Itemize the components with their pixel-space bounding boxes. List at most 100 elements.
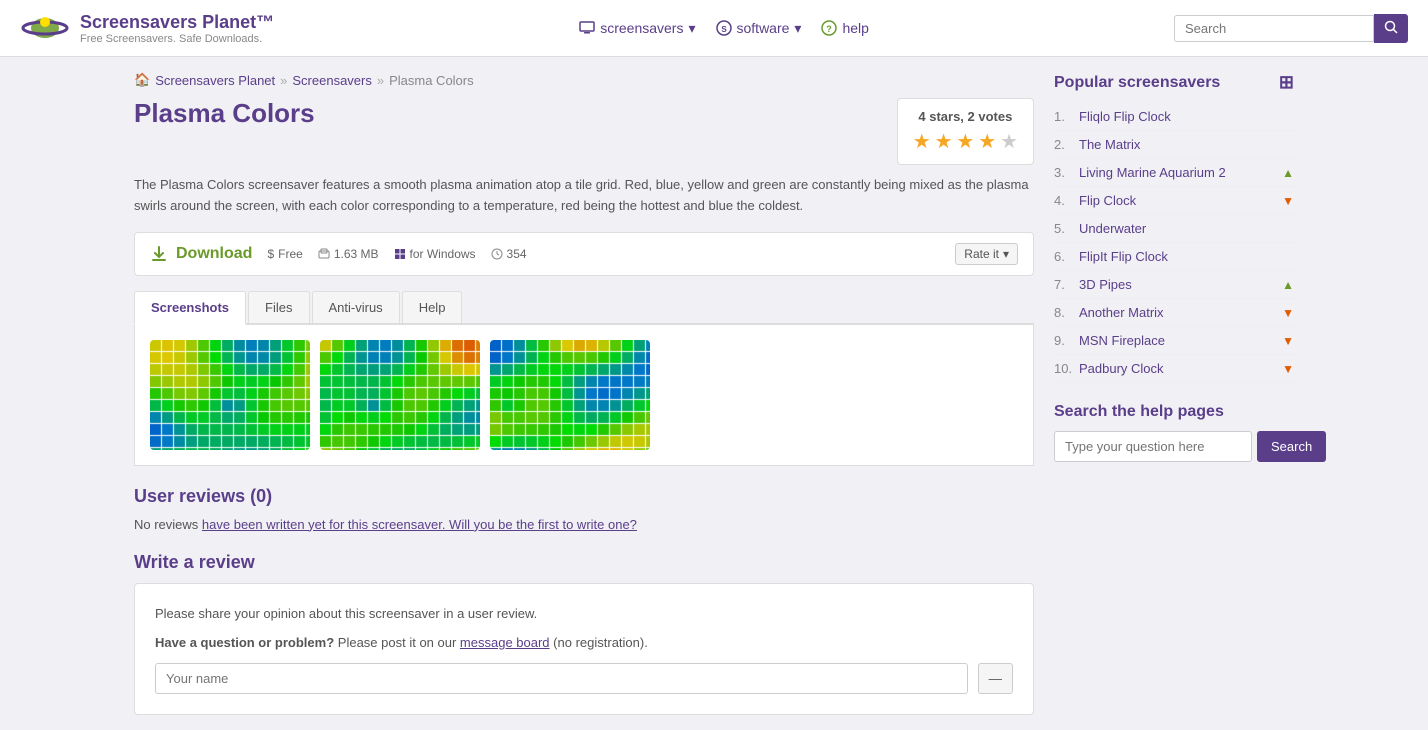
screenshot-3 [490,340,650,450]
dollar-icon: $ [267,247,274,261]
breadcrumb-current: Plasma Colors [389,73,474,88]
popular-item-rank: 2. [1054,137,1074,152]
monitor-icon [579,21,595,35]
download-button[interactable]: Download [150,245,252,263]
price-value: Free [278,247,303,261]
tabs: Screenshots Files Anti-virus Help [134,291,1034,325]
header: Screensavers Planet™ Free Screensavers. … [0,0,1428,57]
popular-item-rank: 6. [1054,249,1074,264]
message-board-link[interactable]: message board [460,635,550,650]
trend-down-icon: ▼ [1282,306,1294,320]
popular-item: 9. MSN Fireplace ▼ [1054,327,1294,355]
name-row: — [155,663,1013,694]
clock-icon-small [491,248,503,260]
stars-row: ★ ★ ★ ★ ★ [913,129,1018,154]
star-4: ★ [978,131,996,153]
nav: screensavers ▾ S software ▾ ? help [579,20,869,37]
popular-item-link[interactable]: Padbury Clock [1079,361,1277,376]
sidebar: Popular screensavers ⊞ 1. Fliqlo Flip Cl… [1054,72,1294,715]
review-question: Have a question or problem? Please post … [155,633,1013,653]
popular-list: 1. Fliqlo Flip Clock 2. The Matrix 3. Li… [1054,103,1294,383]
review-board-suffix: (no registration). [553,635,648,650]
rate-label: Rate it [964,247,999,261]
review-question-strong: Have a question or problem? [155,635,334,650]
popular-item-rank: 10. [1054,361,1074,376]
popular-item-link[interactable]: MSN Fireplace [1079,333,1277,348]
content: 🏠 Screensavers Planet » Screensavers » P… [134,72,1034,715]
popular-item-link[interactable]: Underwater [1079,221,1294,236]
tab-screenshots[interactable]: Screenshots [134,291,246,325]
popular-item-link[interactable]: Another Matrix [1079,305,1277,320]
popular-item-rank: 4. [1054,193,1074,208]
nav-software-label: software [737,20,790,36]
search-icon [1384,20,1398,34]
popular-title-text: Popular screensavers [1054,74,1220,92]
write-review-link[interactable]: have been written yet for this screensav… [202,517,637,532]
logo-area: Screensavers Planet™ Free Screensavers. … [20,8,274,48]
software-icon: S [716,20,732,36]
tab-files[interactable]: Files [248,291,309,323]
download-price: $ Free [267,247,302,261]
rating-text: 4 stars, 2 votes [913,109,1018,124]
dropdown-arrow-software: ▾ [794,20,801,37]
popular-item-link[interactable]: Fliqlo Flip Clock [1079,109,1294,124]
popular-item: 1. Fliqlo Flip Clock [1054,103,1294,131]
breadcrumb-link-home[interactable]: Screensavers Planet [155,73,275,88]
tab-antivirus[interactable]: Anti-virus [312,291,400,323]
popular-item-rank: 9. [1054,333,1074,348]
star-1: ★ [913,131,931,153]
breadcrumb-sep-1: » [280,73,287,88]
popular-item: 4. Flip Clock ▼ [1054,187,1294,215]
download-count: 354 [491,247,527,261]
no-reviews-text: No reviews have been written yet for thi… [134,517,1034,532]
name-input[interactable] [155,663,968,694]
breadcrumb-sep-2: » [377,73,384,88]
popular-item-link[interactable]: The Matrix [1079,137,1294,152]
disk-icon [318,248,330,260]
search-input[interactable] [1174,15,1374,42]
logo-subtitle: Free Screensavers. Safe Downloads. [80,33,274,45]
help-search-title: Search the help pages [1054,403,1294,421]
popular-item-rank: 8. [1054,305,1074,320]
help-icon: ? [821,20,837,36]
star-2: ★ [935,131,953,153]
tab-help[interactable]: Help [402,291,463,323]
svg-text:S: S [721,25,727,34]
search-button[interactable] [1374,14,1408,43]
user-reviews-title: User reviews (0) [134,486,1034,507]
nav-screensavers[interactable]: screensavers ▾ [579,20,695,37]
name-clear-button[interactable]: — [978,663,1013,694]
windows-icon-sidebar: ⊞ [1279,72,1294,93]
trend-up-icon: ▲ [1282,278,1294,292]
screenshot-1 [150,340,310,450]
download-platform: for Windows [394,247,476,261]
help-search-button[interactable]: Search [1257,431,1326,462]
nav-help[interactable]: ? help [821,20,868,36]
write-review-title: Write a review [134,552,1034,573]
rate-button[interactable]: Rate it ▾ [955,243,1018,265]
screenshot-2 [320,340,480,450]
trend-down-icon: ▼ [1282,194,1294,208]
review-intro: Please share your opinion about this scr… [155,604,1013,624]
page-title: Plasma Colors [134,98,315,129]
count-value: 354 [507,247,527,261]
search-area [1174,14,1408,43]
breadcrumb-link-screensavers[interactable]: Screensavers [292,73,371,88]
nav-software[interactable]: S software ▾ [716,20,802,37]
popular-item: 8. Another Matrix ▼ [1054,299,1294,327]
dropdown-arrow-screensavers: ▾ [688,20,695,37]
svg-text:?: ? [827,24,833,34]
rating-box: 4 stars, 2 votes ★ ★ ★ ★ ★ [897,98,1034,165]
download-label: Download [176,245,252,263]
popular-item-link[interactable]: Living Marine Aquarium 2 [1079,165,1277,180]
popular-item-link[interactable]: Flip Clock [1079,193,1277,208]
logo-text: Screensavers Planet™ Free Screensavers. … [80,12,274,45]
popular-item-link[interactable]: FlipIt Flip Clock [1079,249,1294,264]
breadcrumb: 🏠 Screensavers Planet » Screensavers » P… [134,72,1034,88]
logo-title: Screensavers Planet™ [80,12,274,33]
popular-item-link[interactable]: 3D Pipes [1079,277,1277,292]
windows-icon-small [394,248,406,260]
nav-screensavers-label: screensavers [600,20,683,36]
help-search-input[interactable] [1054,431,1252,462]
rate-dropdown-icon: ▾ [1003,247,1009,261]
